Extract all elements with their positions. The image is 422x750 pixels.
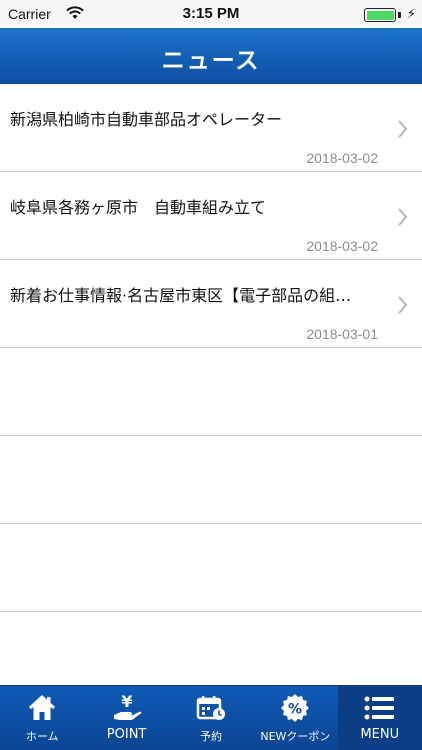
news-item[interactable]: 新潟県柏崎市自動車部品オペレーター 2018-03-02	[0, 84, 422, 172]
tab-home[interactable]: ホーム	[0, 686, 84, 750]
news-item-date: 2018-03-02	[306, 150, 378, 166]
battery-tip	[398, 12, 401, 18]
news-item-title: 新着お仕事情報·名古屋市東区【電子部品の組…	[10, 286, 352, 305]
tab-point-label: POINT	[106, 727, 147, 742]
status-bar: Carrier 3:15 PM ⚡	[0, 0, 422, 28]
empty-row	[0, 436, 422, 524]
tab-home-label: ホーム	[25, 730, 59, 743]
tab-bar: ホーム ¥ POINT 予約 % NEWクーポン MENU	[0, 685, 422, 750]
news-item-title: 新潟県柏崎市自動車部品オペレーター	[10, 110, 283, 129]
chevron-right-icon	[398, 208, 408, 230]
news-item-date: 2018-03-02	[306, 238, 378, 254]
svg-text:¥: ¥	[121, 693, 132, 711]
news-item[interactable]: 岐阜県各務ヶ原市 自動車組み立て 2018-03-02	[0, 172, 422, 260]
tab-new-coupon[interactable]: % NEWクーポン	[253, 686, 337, 750]
empty-row	[0, 524, 422, 612]
svg-text:%: %	[288, 702, 302, 718]
news-list: 新潟県柏崎市自動車部品オペレーター 2018-03-02 岐阜県各務ヶ原市 自動…	[0, 84, 422, 612]
chevron-right-icon	[398, 296, 408, 318]
empty-row	[0, 348, 422, 436]
tab-reservation[interactable]: 予約	[169, 686, 253, 750]
tab-new-coupon-label: NEWクーポン	[260, 730, 331, 743]
battery-icon	[364, 8, 396, 22]
chevron-right-icon	[398, 120, 408, 142]
coupon-icon: %	[253, 692, 337, 724]
news-item-title: 岐阜県各務ヶ原市 自動車組み立て	[10, 198, 267, 217]
home-icon	[0, 692, 84, 724]
page-title: ニュース	[161, 48, 261, 74]
nav-bar: ニュース	[0, 28, 422, 84]
status-time: 3:15 PM	[182, 5, 240, 22]
calendar-icon	[169, 692, 253, 724]
tab-point[interactable]: ¥ POINT	[84, 686, 168, 750]
tab-reservation-label: 予約	[199, 730, 222, 743]
news-item-date: 2018-03-01	[306, 326, 378, 342]
yen-hand-icon: ¥	[84, 692, 168, 724]
charging-icon: ⚡	[406, 7, 416, 22]
news-item[interactable]: 新着お仕事情報·名古屋市東区【電子部品の組… 2018-03-01	[0, 260, 422, 348]
tab-menu-label: MENU	[360, 727, 400, 742]
menu-icon	[338, 692, 422, 724]
tab-menu[interactable]: MENU	[337, 686, 422, 750]
